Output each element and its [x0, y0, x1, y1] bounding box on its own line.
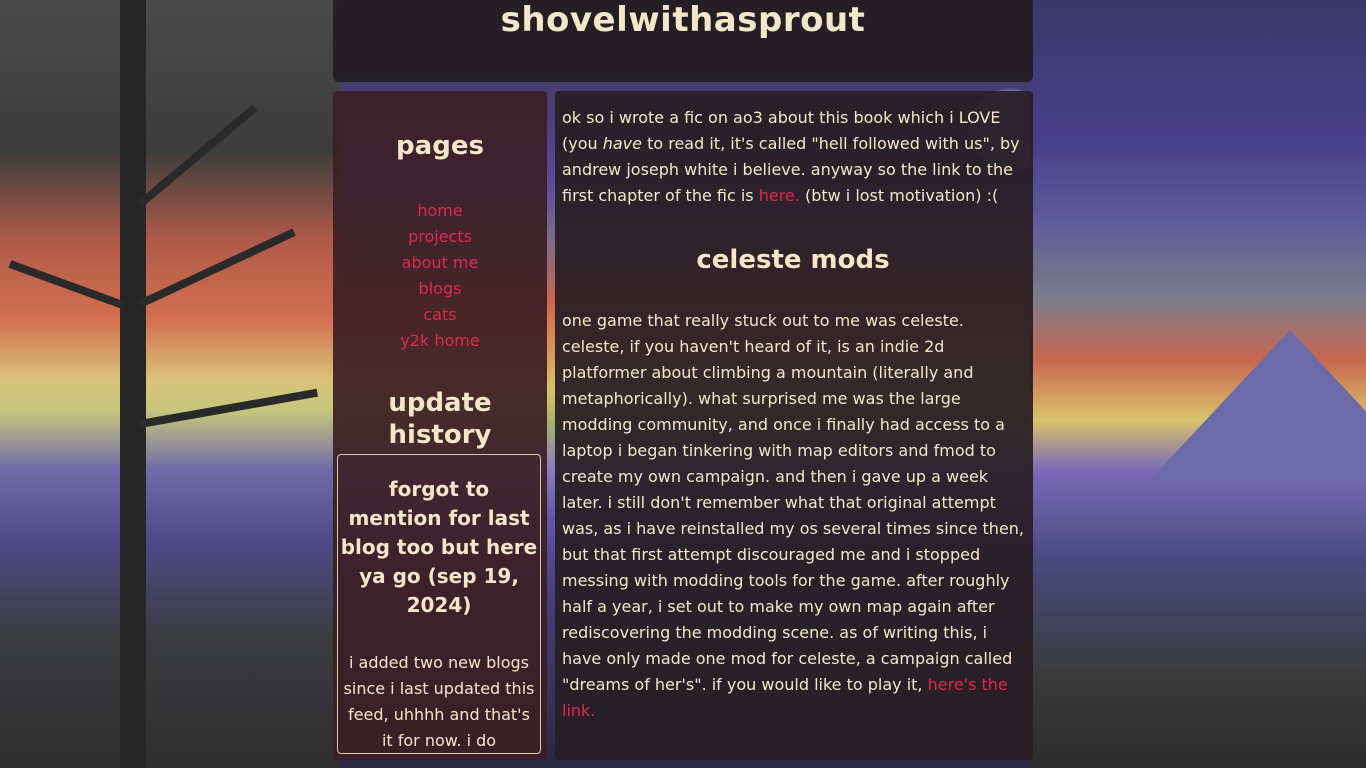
fic-link[interactable]: here. [759, 186, 800, 205]
sidebar: pages home projects about me blogs cats … [333, 91, 547, 760]
nav-link-home[interactable]: home [417, 201, 462, 220]
nav-item-home: home [333, 198, 547, 224]
background-left-scene [0, 0, 340, 768]
update-entry-title: forgot to mention for last blog too but … [340, 477, 538, 617]
update-history-heading: update history [388, 388, 492, 450]
nav-link-projects[interactable]: projects [408, 227, 472, 246]
background-tree-trunk [120, 0, 146, 768]
site-title: shovelwithasprout [500, 0, 866, 40]
update-entry-body: i added two new blogs since i last updat… [343, 653, 535, 750]
nav-item-blogs: blogs [333, 276, 547, 302]
nav-link-about-me[interactable]: about me [402, 253, 479, 272]
background-mountain [1150, 330, 1366, 480]
main-content: ok so i wrote a fic on ao3 about this bo… [555, 91, 1033, 760]
pages-nav: home projects about me blogs cats y2k ho… [333, 198, 547, 354]
fic-paragraph: ok so i wrote a fic on ao3 about this bo… [562, 105, 1024, 209]
fic-text-end: (btw i lost motivation) :( [799, 186, 999, 205]
nav-link-y2k-home[interactable]: y2k home [400, 331, 479, 350]
fic-text-emphasis: have [602, 134, 642, 153]
update-history-entry[interactable]: forgot to mention for last blog too but … [337, 454, 541, 754]
celeste-mods-paragraph: one game that really stuck out to me was… [562, 308, 1024, 724]
nav-item-y2k-home: y2k home [333, 328, 547, 354]
main-content-inner: ok so i wrote a fic on ao3 about this bo… [562, 105, 1024, 724]
nav-link-cats[interactable]: cats [423, 305, 456, 324]
pages-heading: pages [396, 131, 484, 161]
nav-item-projects: projects [333, 224, 547, 250]
nav-item-about-me: about me [333, 250, 547, 276]
site-header: shovelwithasprout [333, 0, 1033, 82]
celeste-mods-text: one game that really stuck out to me was… [562, 311, 1025, 694]
nav-item-cats: cats [333, 302, 547, 328]
celeste-mods-heading: celeste mods [696, 245, 890, 275]
nav-link-blogs[interactable]: blogs [419, 279, 462, 298]
